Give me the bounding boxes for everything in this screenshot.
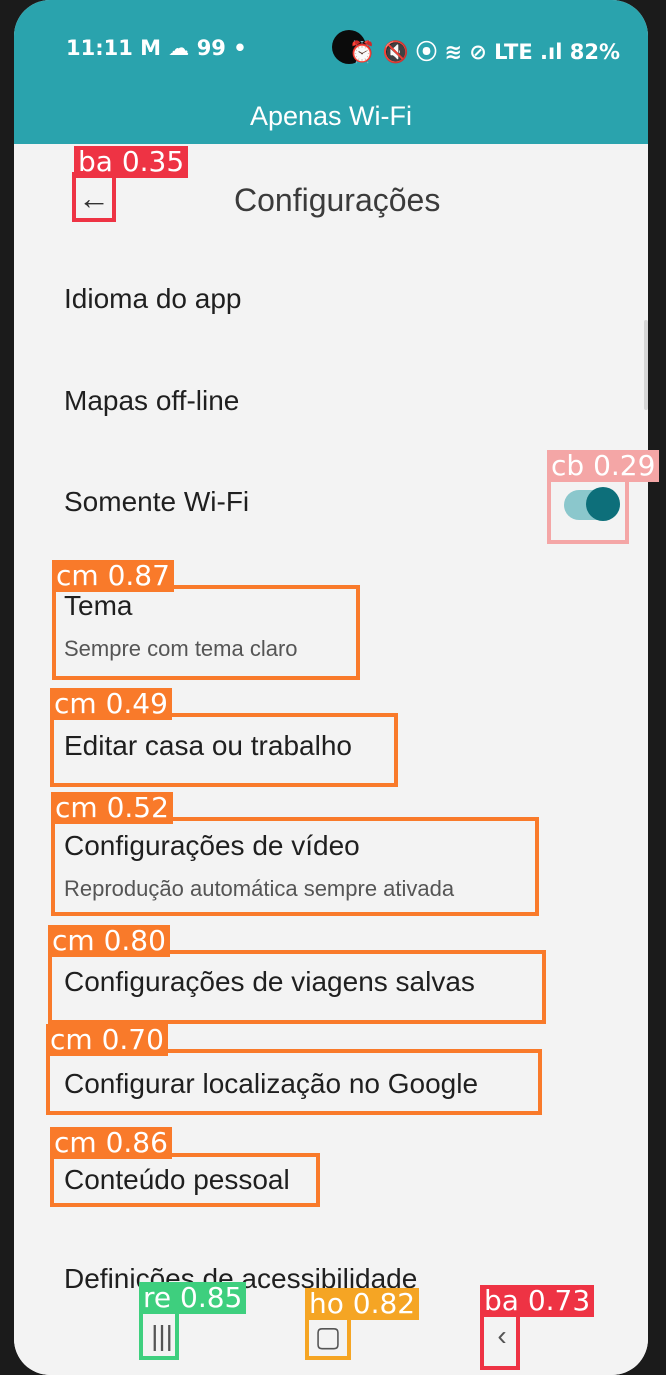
system-icons: ⏰ 🔇 ⦿ ≋ ⊘ LTE .ıl <box>349 40 563 64</box>
status-left: 11:11 M ☁ 99 • <box>66 36 247 60</box>
detection-box-back-top <box>72 172 116 222</box>
status-time: 11:11 <box>66 36 133 60</box>
detection-label-personal: cm 0.86 <box>50 1127 172 1159</box>
detection-label-toggle: cb 0.29 <box>547 450 660 482</box>
notification-icons: M ☁ 99 • <box>140 36 247 60</box>
settings-item-app-language[interactable]: Idioma do app <box>64 283 241 315</box>
settings-item-offline-maps[interactable]: Mapas off-line <box>64 385 239 417</box>
detection-box-home <box>305 1314 351 1360</box>
detection-label-location: cm 0.70 <box>46 1024 168 1056</box>
detection-label-theme: cm 0.87 <box>52 560 174 592</box>
banner-text: Apenas Wi-Fi <box>249 100 413 131</box>
detection-box-personal <box>50 1153 320 1207</box>
wifi-only-banner: Apenas Wi-Fi <box>14 88 648 144</box>
battery-level: 82% <box>569 40 620 64</box>
detection-box-theme <box>52 585 360 680</box>
detection-box-edit-home <box>50 713 398 787</box>
scrollbar[interactable] <box>644 320 648 410</box>
page-title: Configurações <box>234 182 441 218</box>
detection-label-home: ho 0.82 <box>305 1288 420 1320</box>
detection-box-trips <box>48 950 546 1024</box>
detection-label-trips: cm 0.80 <box>48 925 170 957</box>
status-right: ⏰ 🔇 ⦿ ≋ ⊘ LTE .ıl 82% <box>349 36 620 66</box>
detection-box-location <box>46 1049 542 1115</box>
settings-item-wifi-only[interactable]: Somente Wi-Fi <box>64 486 249 518</box>
status-bar: 11:11 M ☁ 99 • ⏰ 🔇 ⦿ ≋ ⊘ LTE .ıl 82% <box>14 0 648 88</box>
detection-label-back-nav: ba 0.73 <box>480 1285 595 1317</box>
detection-box-toggle <box>547 476 629 544</box>
detection-box-video <box>51 817 539 916</box>
detection-box-recents <box>139 1308 179 1360</box>
detection-label-edit-home: cm 0.49 <box>50 688 172 720</box>
detection-label-recents: re 0.85 <box>139 1282 247 1314</box>
detection-box-back-nav <box>480 1310 520 1370</box>
detection-label-video: cm 0.52 <box>51 792 173 824</box>
detection-label-back-top: ba 0.35 <box>74 146 189 178</box>
